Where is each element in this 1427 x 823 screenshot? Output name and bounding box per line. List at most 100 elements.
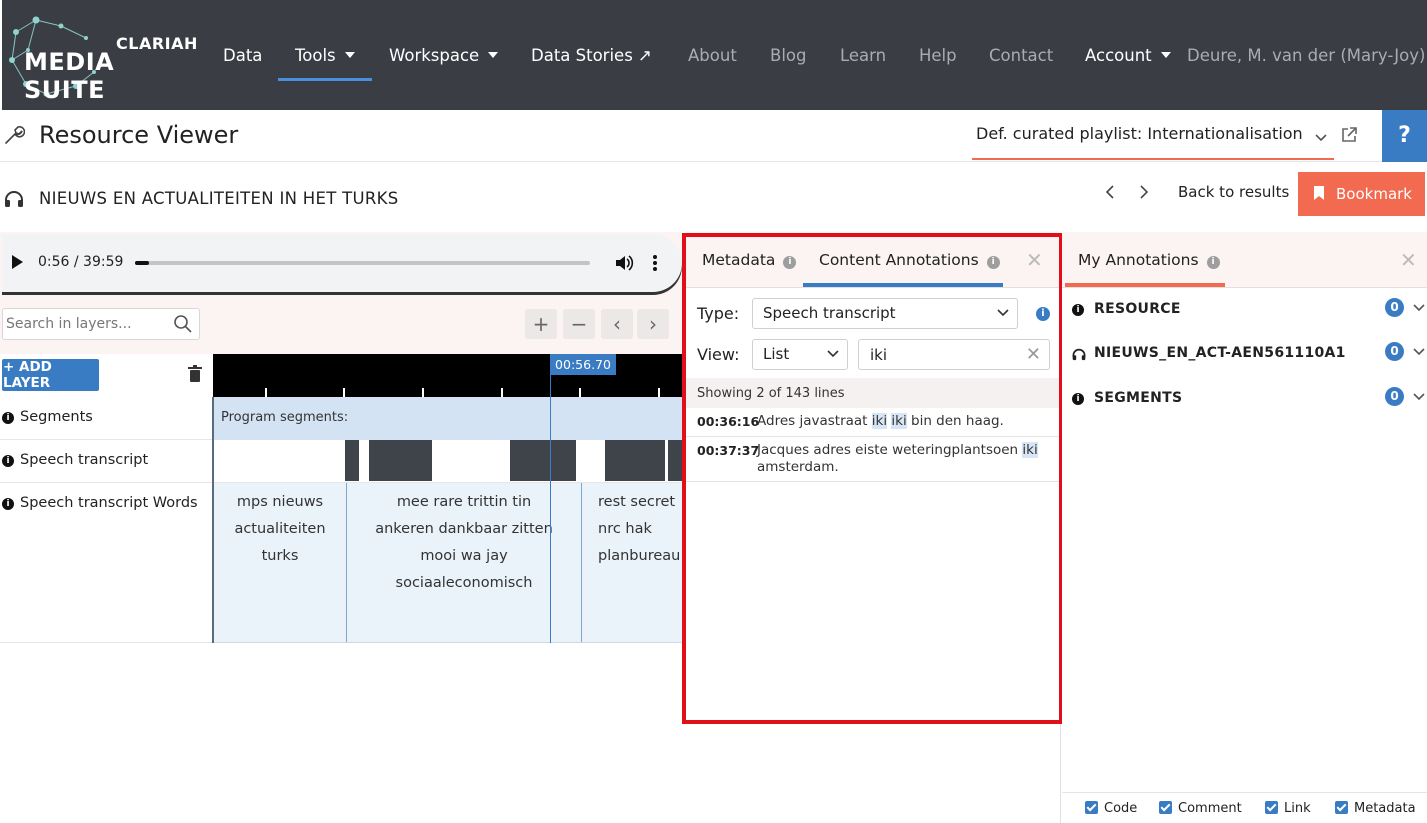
info-icon[interactable]: i (1206, 256, 1220, 269)
nav-account[interactable]: Account (1085, 46, 1171, 65)
playhead-time-label: 00:56.70 (550, 354, 616, 375)
word-cell[interactable]: mps nieuws actualiteiten turks (213, 483, 346, 642)
annotation-group-segments[interactable]: i SEGMENTS 0 (1062, 385, 1427, 415)
result-timestamp[interactable]: 00:36:16 (697, 414, 759, 429)
search-icon[interactable] (173, 314, 193, 334)
clear-icon[interactable]: ✕ (1026, 344, 1041, 365)
transcript-block[interactable] (605, 440, 665, 481)
nav-data-stories[interactable]: Data Stories ↗ (531, 46, 652, 65)
transcript-block[interactable] (369, 440, 432, 481)
bookmark-button[interactable]: Bookmark (1298, 172, 1425, 216)
layer-row-speech-transcript[interactable]: i Speech transcript (0, 440, 213, 483)
transcript-result-row[interactable]: 00:36:16 Adres javastraat iki iki bin de… (686, 408, 1061, 437)
nav-about[interactable]: About (688, 46, 737, 65)
logo-media-suite-text: MEDIA SUITE (24, 48, 115, 104)
playhead-line[interactable] (550, 375, 551, 643)
external-link-icon[interactable] (1340, 126, 1358, 144)
word-cell[interactable]: mee rare trittin tin ankeren dankbaar zi… (346, 483, 581, 642)
timeline-next-button[interactable]: › (637, 309, 669, 339)
info-icon[interactable]: i (783, 256, 797, 269)
close-icon[interactable]: ✕ (1400, 248, 1417, 272)
chevron-down-icon[interactable] (1413, 392, 1425, 402)
info-icon[interactable]: i (1036, 307, 1050, 321)
nav-workspace[interactable]: Workspace (389, 46, 499, 65)
transcript-block[interactable] (668, 440, 682, 481)
ruler-tick (422, 388, 424, 397)
media-suite-logo[interactable]: CLARIAH MEDIA SUITE (6, 12, 197, 104)
page-title: Resource Viewer (39, 121, 239, 149)
view-select[interactable]: List (752, 339, 848, 370)
chevron-down-icon (827, 350, 839, 358)
info-icon[interactable]: i (2, 498, 14, 510)
zoom-in-button[interactable]: + (525, 309, 557, 339)
tab-metadata[interactable]: Metadata i (702, 251, 797, 269)
nav-tools-active-indicator (278, 78, 372, 81)
search-highlight: iki (871, 413, 888, 429)
checkbox-checked-icon[interactable] (1335, 801, 1348, 814)
checkbox-checked-icon[interactable] (1265, 801, 1278, 814)
bookmark-button-label: Bookmark (1336, 185, 1412, 203)
chevron-down-icon[interactable] (1413, 347, 1425, 357)
more-options-icon[interactable] (652, 254, 658, 272)
checkbox-checked-icon[interactable] (1085, 801, 1098, 814)
tab-content-annotations[interactable]: Content Annotations i (819, 251, 1000, 269)
checkbox-checked-icon[interactable] (1159, 801, 1172, 814)
nav-learn[interactable]: Learn (840, 46, 886, 65)
zoom-out-button[interactable]: − (563, 309, 595, 339)
close-icon[interactable]: ✕ (1026, 248, 1043, 272)
transcript-result-row[interactable]: 00:37:37 Jacques adres eiste weteringpla… (686, 437, 1061, 482)
chevron-right-icon[interactable] (1137, 184, 1151, 200)
nav-contact[interactable]: Contact (989, 46, 1053, 65)
play-icon[interactable] (12, 255, 23, 269)
segments-track-label: Program segments: (221, 410, 349, 425)
word-cell[interactable]: rest secret nrc hak planbureau (581, 483, 682, 642)
layer-row-speech-transcript-words[interactable]: i Speech transcript Words (0, 483, 213, 643)
help-button[interactable]: ? (1382, 110, 1427, 162)
headphones-icon (1072, 348, 1086, 361)
result-timestamp[interactable]: 00:37:37 (697, 443, 759, 458)
transcript-block[interactable] (510, 440, 576, 481)
speech-transcript-track[interactable] (213, 440, 682, 483)
volume-icon[interactable] (614, 254, 634, 272)
playlist-select[interactable]: Def. curated playlist: Internationalisat… (972, 124, 1334, 160)
nav-user-name[interactable]: Deure, M. van der (Mary-Joy) (1187, 46, 1425, 65)
chevron-down-icon[interactable] (1413, 303, 1425, 313)
my-annotations-tabs: My Annotations i ✕ (1062, 232, 1427, 288)
view-select-value: List (763, 345, 790, 363)
type-select[interactable]: Speech transcript (752, 298, 1018, 329)
filter-code-label: Code (1104, 801, 1138, 816)
filter-code[interactable]: Code (1085, 801, 1137, 816)
annotation-group-media[interactable]: NIEUWS_EN_ACT-AEN561110A1 0 (1062, 340, 1427, 370)
trash-icon[interactable] (188, 365, 202, 383)
nav-help[interactable]: Help (919, 46, 957, 65)
chevron-left-icon[interactable] (1103, 184, 1117, 200)
tab-my-annotations[interactable]: My Annotations i (1078, 251, 1220, 269)
filter-metadata[interactable]: Metadata (1335, 801, 1416, 816)
result-text: Adres javastraat iki iki bin den haag. (757, 413, 1047, 430)
layer-row-segments[interactable]: i Segments (0, 397, 213, 440)
top-navbar: CLARIAH MEDIA SUITE Data Tools Workspace… (0, 0, 1427, 110)
timeline-prev-button[interactable]: ‹ (601, 309, 633, 339)
annotation-filter-field: ✕ (858, 339, 1050, 370)
back-to-results-link[interactable]: Back to results (1178, 183, 1289, 201)
info-icon[interactable]: i (2, 455, 14, 467)
filter-comment[interactable]: Comment (1159, 801, 1242, 816)
player-progress-bar[interactable] (135, 261, 590, 265)
filter-link[interactable]: Link (1265, 801, 1311, 816)
info-icon[interactable]: i (986, 256, 1000, 269)
item-title-row: NIEUWS EN ACTUALITEITEN IN HET TURKS Bac… (0, 162, 1427, 232)
annotation-type-filters: Code Comment Link Metadata (1062, 792, 1427, 823)
headphones-icon (5, 191, 23, 207)
nav-data[interactable]: Data (223, 46, 262, 65)
segments-track[interactable]: Program segments: (213, 397, 682, 440)
transcript-block[interactable] (345, 440, 359, 481)
annotation-group-resource[interactable]: i RESOURCE 0 (1062, 296, 1427, 326)
info-icon[interactable]: i (2, 412, 14, 424)
nav-tools[interactable]: Tools (295, 46, 355, 65)
search-layers-input[interactable] (3, 309, 163, 339)
layer-label: Segments (20, 409, 93, 425)
result-text: Jacques adres eiste weteringplantsoen ik… (757, 442, 1047, 476)
add-layer-button[interactable]: + ADD LAYER (2, 359, 99, 391)
annotation-filter-input[interactable] (859, 340, 1019, 369)
nav-blog[interactable]: Blog (770, 46, 806, 65)
